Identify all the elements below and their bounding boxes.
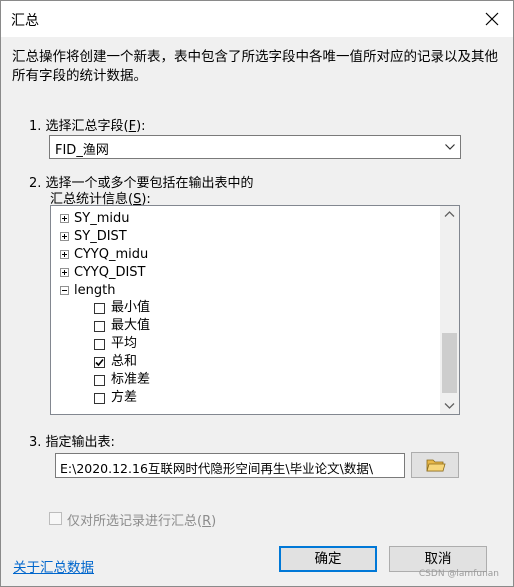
output-table-input[interactable]: E:\2020.12.16互联网时代隐形空间再生\毕业论文\数据\ (55, 453, 405, 478)
close-icon (485, 12, 499, 26)
stat-checkbox[interactable] (94, 321, 105, 332)
selected-records-label: 仅对所选记录进行汇总(R) (67, 514, 217, 529)
statistics-tree[interactable]: SY_midu SY_DIST CYYQ_midu CYYQ_DIST leng… (50, 205, 460, 415)
tree-scrollbar[interactable] (440, 206, 459, 414)
chevron-down-icon (444, 403, 455, 409)
dialog-description: 汇总操作将创建一个新表，表中包含了所选字段中各唯一值所对应的记录以及其他所有字段… (12, 49, 498, 84)
stat-checkbox[interactable] (94, 339, 105, 350)
watermark: CSDN @lamfunan (418, 569, 499, 579)
checkmark-icon (95, 358, 104, 367)
about-summarize-link[interactable]: 关于汇总数据 (13, 556, 94, 576)
summary-field-combo[interactable]: FID_渔网 (49, 135, 461, 159)
stat-checkbox[interactable] (94, 375, 105, 386)
window-title: 汇总 (11, 13, 39, 29)
folder-icon (426, 459, 446, 472)
browse-button[interactable] (411, 452, 459, 478)
selected-records-checkbox[interactable] (49, 512, 62, 525)
collapse-minus-icon[interactable] (60, 286, 69, 295)
expand-plus-icon[interactable] (60, 250, 69, 259)
output-path-value: E:\2020.12.16互联网时代隐形空间再生\毕业论文\数据\ (60, 461, 374, 476)
ok-button[interactable]: 确定 (279, 546, 377, 572)
expand-plus-icon[interactable] (60, 232, 69, 241)
stat-checkbox-checked[interactable] (94, 357, 105, 368)
scroll-up-button[interactable] (440, 206, 459, 223)
chevron-down-icon (445, 144, 455, 150)
chevron-up-icon (444, 211, 455, 217)
expand-plus-icon[interactable] (60, 214, 69, 223)
summarize-dialog: 汇总 汇总操作将创建一个新表，表中包含了所选字段中各唯一值所对应的记录以及其他所… (0, 0, 514, 587)
output-table-label: 3. 指定输出表: (29, 435, 115, 450)
close-button[interactable] (477, 5, 507, 33)
stat-checkbox[interactable] (94, 393, 105, 404)
scroll-thumb[interactable] (442, 333, 457, 393)
expand-plus-icon[interactable] (60, 268, 69, 277)
stat-checkbox[interactable] (94, 303, 105, 314)
title-bar: 汇总 (1, 1, 513, 37)
summary-field-label: 1. 选择汇总字段(F): (29, 119, 146, 134)
scroll-down-button[interactable] (440, 397, 459, 414)
summary-field-value: FID_渔网 (55, 143, 109, 158)
